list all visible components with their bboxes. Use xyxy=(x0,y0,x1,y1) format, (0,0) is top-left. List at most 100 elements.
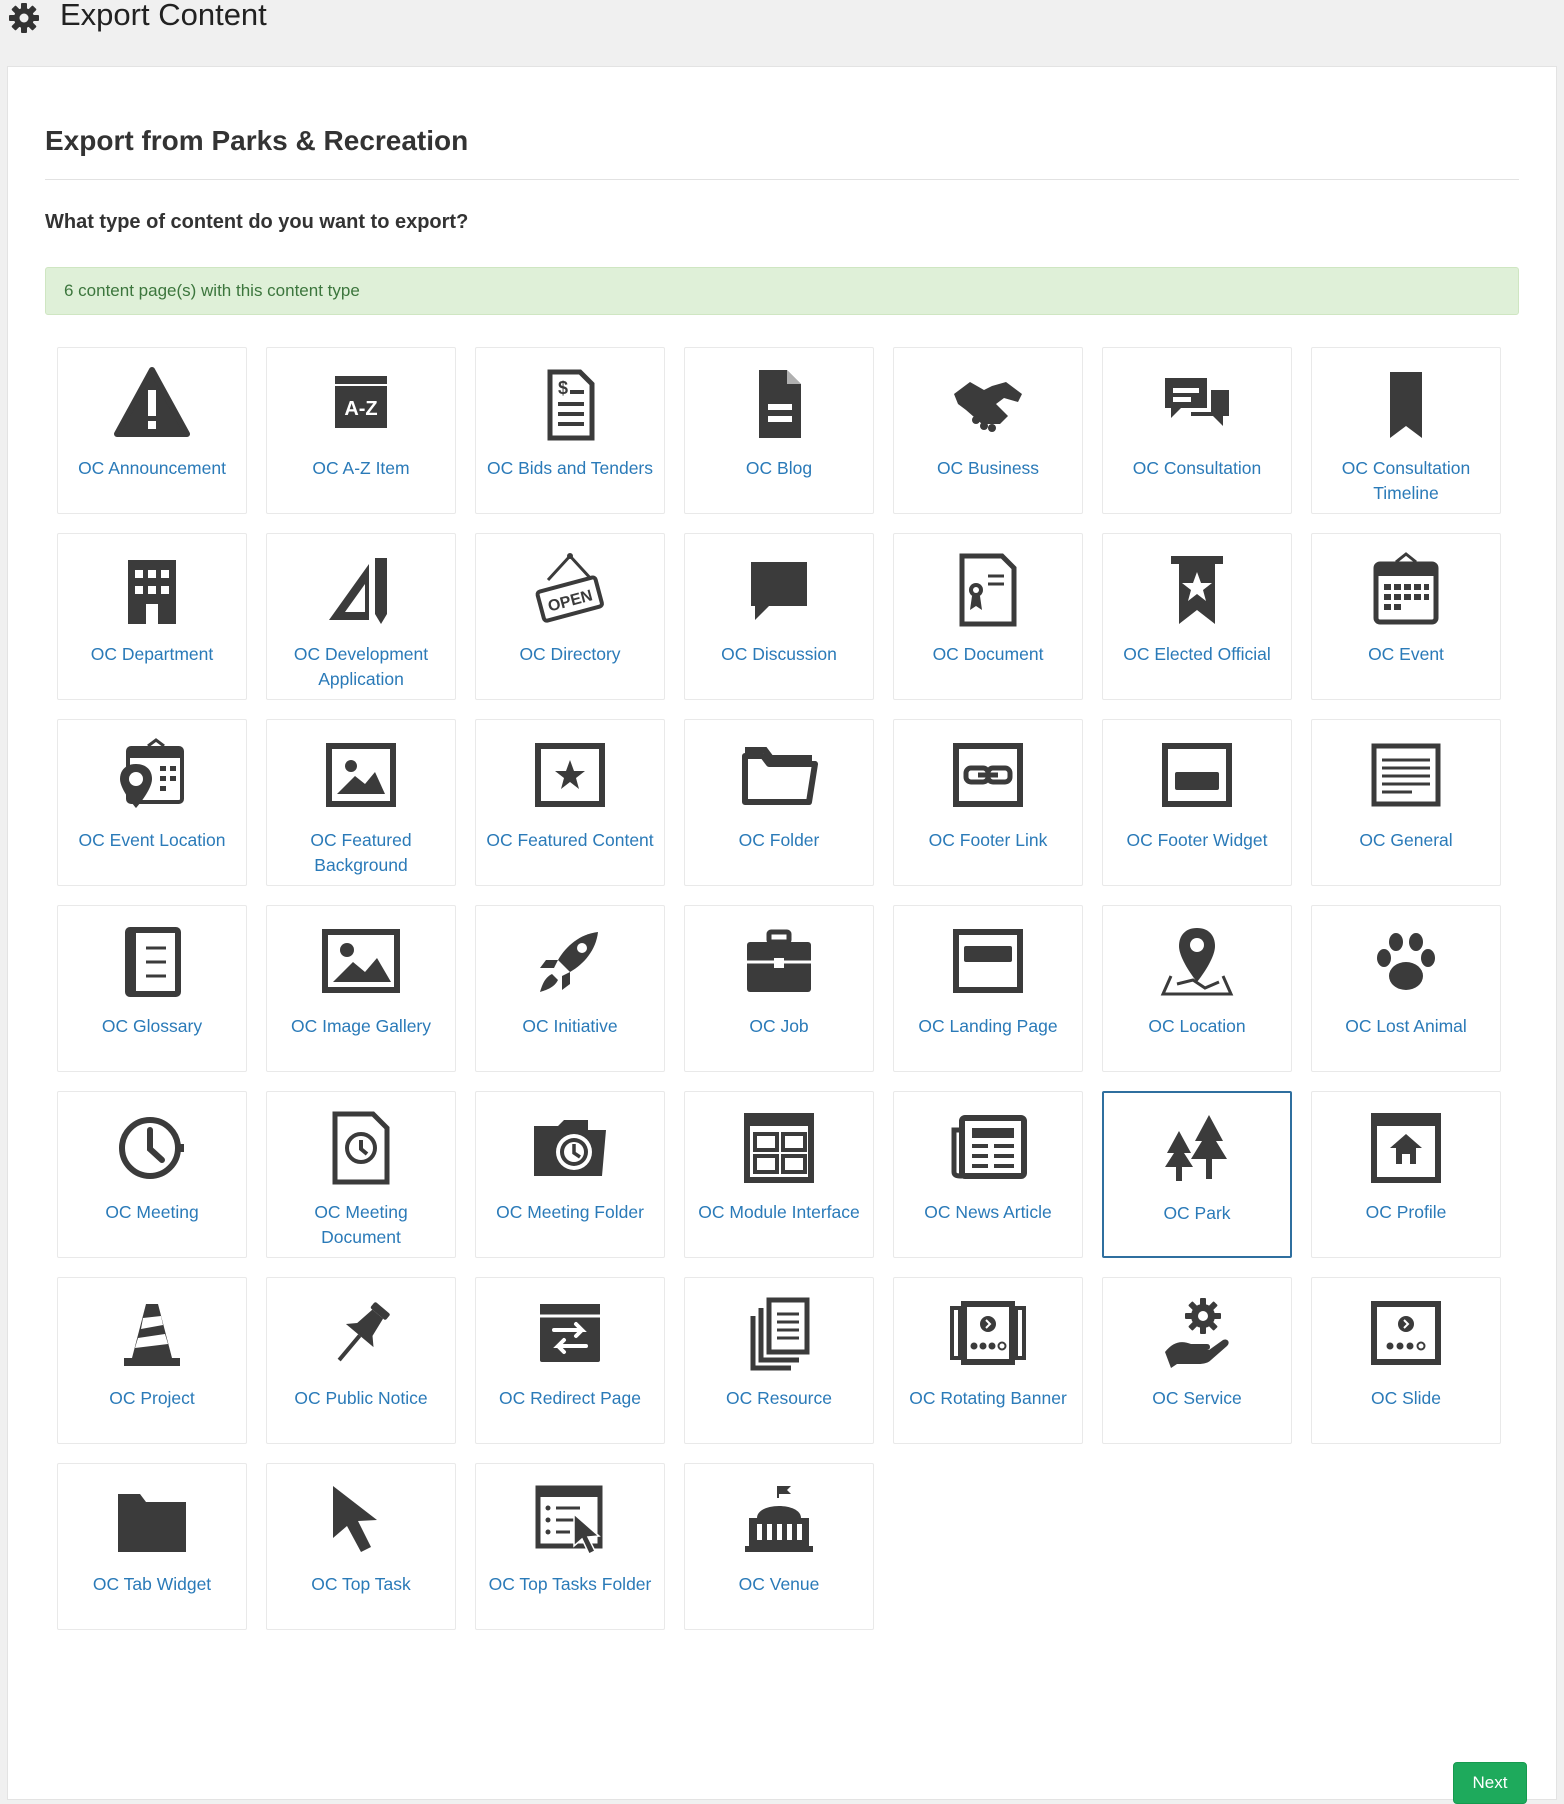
gallery-icon xyxy=(321,922,401,1002)
content-type-tile[interactable]: OC Landing Page xyxy=(893,905,1083,1072)
speech-bubble-icon xyxy=(739,550,819,630)
calendar-icon xyxy=(1366,550,1446,630)
divider xyxy=(45,179,1519,180)
content-type-tile[interactable]: OC Document xyxy=(893,533,1083,700)
content-type-tile[interactable]: OC Consultation Timeline xyxy=(1311,347,1501,514)
content-type-tile[interactable]: OC Meeting Document xyxy=(266,1091,456,1258)
content-type-tile[interactable]: OC Module Interface xyxy=(684,1091,874,1258)
content-type-label: OC Footer Link xyxy=(928,830,1048,850)
content-type-tile[interactable]: OC Top Task xyxy=(266,1463,456,1630)
window-title: Export Content xyxy=(60,0,267,32)
building-icon xyxy=(112,550,192,630)
content-type-tile[interactable]: OC General xyxy=(1311,719,1501,886)
content-type-label: OC Public Notice xyxy=(294,1388,428,1408)
newspaper-icon xyxy=(948,1108,1028,1188)
content-type-label: OC Rotating Banner xyxy=(909,1388,1067,1408)
content-type-label: OC Job xyxy=(749,1016,809,1036)
content-type-label: OC Meeting Folder xyxy=(496,1202,644,1222)
content-type-tile[interactable]: OC Footer Widget xyxy=(1102,719,1292,886)
content-type-tile[interactable]: A-Z OC A-Z Item xyxy=(266,347,456,514)
content-type-tile[interactable]: OC Venue xyxy=(684,1463,874,1630)
content-type-label: OC Slide xyxy=(1370,1388,1442,1408)
content-type-label: OC Consultation Timeline xyxy=(1341,458,1471,503)
trees-icon xyxy=(1157,1109,1237,1189)
export-panel: Export from Parks & Recreation What type… xyxy=(7,66,1557,1804)
content-type-tile[interactable]: OC Featured Content xyxy=(475,719,665,886)
content-type-tile[interactable]: OC Tab Widget xyxy=(57,1463,247,1630)
content-type-tile[interactable]: OC Event Location xyxy=(57,719,247,886)
modules-icon xyxy=(739,1108,819,1188)
content-type-tile[interactable]: OC Meeting Folder xyxy=(475,1091,665,1258)
clock-document-icon xyxy=(321,1108,401,1188)
content-type-tile[interactable]: OC Business xyxy=(893,347,1083,514)
ribbon-star-icon xyxy=(1157,550,1237,630)
content-type-tile[interactable]: OC Folder xyxy=(684,719,874,886)
svg-text:A-Z: A-Z xyxy=(344,398,377,420)
content-type-tile[interactable]: OC Redirect Page xyxy=(475,1277,665,1444)
content-type-tile[interactable]: OC Slide xyxy=(1311,1277,1501,1444)
next-button[interactable]: Next xyxy=(1453,1762,1527,1804)
content-type-tile[interactable]: OC Initiative xyxy=(475,905,665,1072)
rocket-icon xyxy=(530,922,610,1002)
content-type-tile[interactable]: OC Elected Official xyxy=(1102,533,1292,700)
footer-widget-icon xyxy=(1157,736,1237,816)
content-type-tile[interactable]: OC Meeting xyxy=(57,1091,247,1258)
page-title: Export from Parks & Recreation xyxy=(45,125,469,156)
content-type-tile[interactable]: OC Glossary xyxy=(57,905,247,1072)
content-type-label: OC Initiative xyxy=(522,1016,618,1036)
content-type-tile[interactable]: OC Job xyxy=(684,905,874,1072)
content-type-label: OC Featured Background xyxy=(310,830,412,875)
content-type-tile[interactable]: OC Park xyxy=(1102,1091,1292,1258)
open-sign-icon: OPEN xyxy=(530,550,610,630)
content-type-tile[interactable]: OPEN OC Directory xyxy=(475,533,665,700)
redirect-icon xyxy=(530,1294,610,1374)
content-type-tile[interactable]: $ OC Bids and Tenders xyxy=(475,347,665,514)
content-type-label: OC Event Location xyxy=(78,830,226,850)
landing-page-icon xyxy=(948,922,1028,1002)
gear-icon xyxy=(9,3,39,33)
content-type-tile[interactable]: OC Rotating Banner xyxy=(893,1277,1083,1444)
a-z-icon: A-Z xyxy=(321,364,401,444)
content-type-tile[interactable]: OC Event xyxy=(1311,533,1501,700)
cursor-arrow-icon xyxy=(321,1480,401,1560)
content-type-label: OC Meeting Document xyxy=(314,1202,408,1247)
star-frame-icon xyxy=(530,736,610,816)
warning-icon xyxy=(112,364,192,444)
content-type-tile[interactable]: OC Resource xyxy=(684,1277,874,1444)
content-type-tile[interactable]: OC Profile xyxy=(1311,1091,1501,1258)
question-label: What type of content do you want to expo… xyxy=(45,211,469,233)
content-type-tile[interactable]: OC Announcement xyxy=(57,347,247,514)
venue-icon xyxy=(739,1480,819,1560)
content-type-label: OC Discussion xyxy=(721,644,837,664)
content-type-tile[interactable]: OC Featured Background xyxy=(266,719,456,886)
content-type-tile[interactable]: OC Top Tasks Folder xyxy=(475,1463,665,1630)
content-type-tile[interactable]: OC News Article xyxy=(893,1091,1083,1258)
content-type-label: OC Blog xyxy=(745,458,813,478)
blog-document-icon xyxy=(739,364,819,444)
content-type-label: OC Document xyxy=(932,644,1044,664)
glossary-icon xyxy=(112,922,192,1002)
content-type-tile[interactable]: OC Service xyxy=(1102,1277,1292,1444)
carousel-icon xyxy=(948,1294,1028,1374)
home-frame-icon xyxy=(1366,1108,1446,1188)
content-type-tile[interactable]: OC Discussion xyxy=(684,533,874,700)
content-type-label: OC Venue xyxy=(738,1574,820,1594)
content-type-tile[interactable]: OC Consultation xyxy=(1102,347,1292,514)
content-type-tile[interactable]: OC Lost Animal xyxy=(1311,905,1501,1072)
map-pin-icon xyxy=(1157,922,1237,1002)
content-type-label: OC Top Tasks Folder xyxy=(488,1574,652,1594)
content-type-tile[interactable]: OC Development Application xyxy=(266,533,456,700)
content-type-tile[interactable]: OC Image Gallery xyxy=(266,905,456,1072)
content-type-tile[interactable]: OC Location xyxy=(1102,905,1292,1072)
content-type-label: OC Meeting xyxy=(105,1202,199,1222)
content-type-label: OC Glossary xyxy=(101,1016,203,1036)
content-type-tile[interactable]: OC Blog xyxy=(684,347,874,514)
content-type-label: OC Image Gallery xyxy=(290,1016,432,1036)
image-frame-icon xyxy=(321,736,401,816)
content-type-tile[interactable]: OC Project xyxy=(57,1277,247,1444)
content-type-tile[interactable]: OC Public Notice xyxy=(266,1277,456,1444)
content-type-tile[interactable]: OC Footer Link xyxy=(893,719,1083,886)
content-type-label: OC Profile xyxy=(1365,1202,1447,1222)
briefcase-icon xyxy=(739,922,819,1002)
content-type-tile[interactable]: OC Department xyxy=(57,533,247,700)
